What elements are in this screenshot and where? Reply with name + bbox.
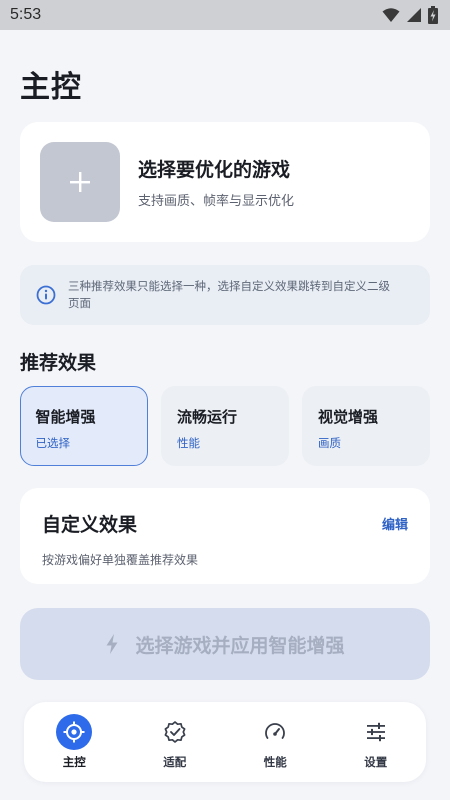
bottom-nav: 主控 适配 性能 设置 <box>24 702 426 782</box>
custom-effect-title: 自定义效果 <box>42 514 138 536</box>
preset-title: 流畅运行 <box>177 408 238 426</box>
sliders-icon <box>366 722 385 742</box>
status-bar: 5:53 <box>0 0 450 30</box>
apply-enhance-button[interactable]: 选择游戏并应用智能增强 <box>20 608 430 680</box>
info-text-line1: 三种推荐效果只能选择一种，选择自定义效果跳转到自定义二级 <box>68 279 390 293</box>
custom-effect-header: 自定义效果 编辑 <box>42 510 408 537</box>
preset-subtitle: 性能 <box>177 436 200 450</box>
nav-label: 性能 <box>263 755 287 769</box>
nav-item-performance[interactable]: 性能 <box>235 714 315 770</box>
game-select-subtitle: 支持画质、帧率与显示优化 <box>138 194 295 209</box>
preset-smart-enhance[interactable]: 智能增强 已选择 <box>20 386 148 466</box>
status-icons <box>382 6 438 24</box>
preset-subtitle: 已选择 <box>35 435 71 450</box>
custom-effect-card[interactable]: 自定义效果 编辑 按游戏偏好单独覆盖推荐效果 <box>20 488 430 584</box>
info-text: 三种推荐效果只能选择一种，选择自定义效果跳转到自定义二级 页面 <box>68 278 390 312</box>
custom-effect-subtitle: 按游戏偏好单独覆盖推荐效果 <box>42 553 199 567</box>
nav-icon-container <box>257 714 293 750</box>
presets-section-title: 推荐效果 <box>20 352 97 374</box>
game-select-text: 选择要优化的游戏 支持画质、帧率与显示优化 <box>138 155 294 209</box>
game-select-card[interactable]: 选择要优化的游戏 支持画质、帧率与显示优化 <box>20 122 430 242</box>
nav-label: 适配 <box>163 755 187 769</box>
badge-check-icon <box>164 721 186 743</box>
info-text-line2: 页面 <box>68 296 91 310</box>
preset-visual-enhance[interactable]: 视觉增强 画质 <box>302 386 430 466</box>
signal-icon <box>407 8 421 22</box>
game-select-title: 选择要优化的游戏 <box>138 159 291 181</box>
apply-button-label: 选择游戏并应用智能增强 <box>135 634 345 657</box>
preset-subtitle: 画质 <box>318 436 341 450</box>
preset-smooth-run[interactable]: 流畅运行 性能 <box>161 386 289 466</box>
nav-label: 设置 <box>364 755 388 769</box>
custom-edit-link[interactable]: 编辑 <box>382 514 408 533</box>
info-notice: 三种推荐效果只能选择一种，选择自定义效果跳转到自定义二级 页面 <box>20 265 430 325</box>
add-game-button[interactable] <box>40 142 120 222</box>
nav-item-main[interactable]: 主控 <box>34 714 114 770</box>
status-time: 5:53 <box>10 6 42 23</box>
lightning-icon <box>106 634 118 654</box>
preset-title: 智能增强 <box>35 407 96 426</box>
nav-label: 主控 <box>62 755 86 769</box>
wifi-icon <box>382 8 400 22</box>
target-icon <box>63 721 85 743</box>
nav-icon-container <box>157 714 193 750</box>
info-icon <box>36 285 56 305</box>
page-title: 主控 <box>20 70 82 105</box>
plus-icon <box>70 172 90 192</box>
preset-title: 视觉增强 <box>318 408 379 426</box>
nav-active-indicator <box>56 714 93 750</box>
battery-icon <box>428 6 438 24</box>
nav-item-settings[interactable]: 设置 <box>336 714 416 770</box>
speedometer-icon <box>265 723 286 739</box>
nav-item-adapt[interactable]: 适配 <box>135 714 215 770</box>
nav-icon-container <box>358 714 394 750</box>
